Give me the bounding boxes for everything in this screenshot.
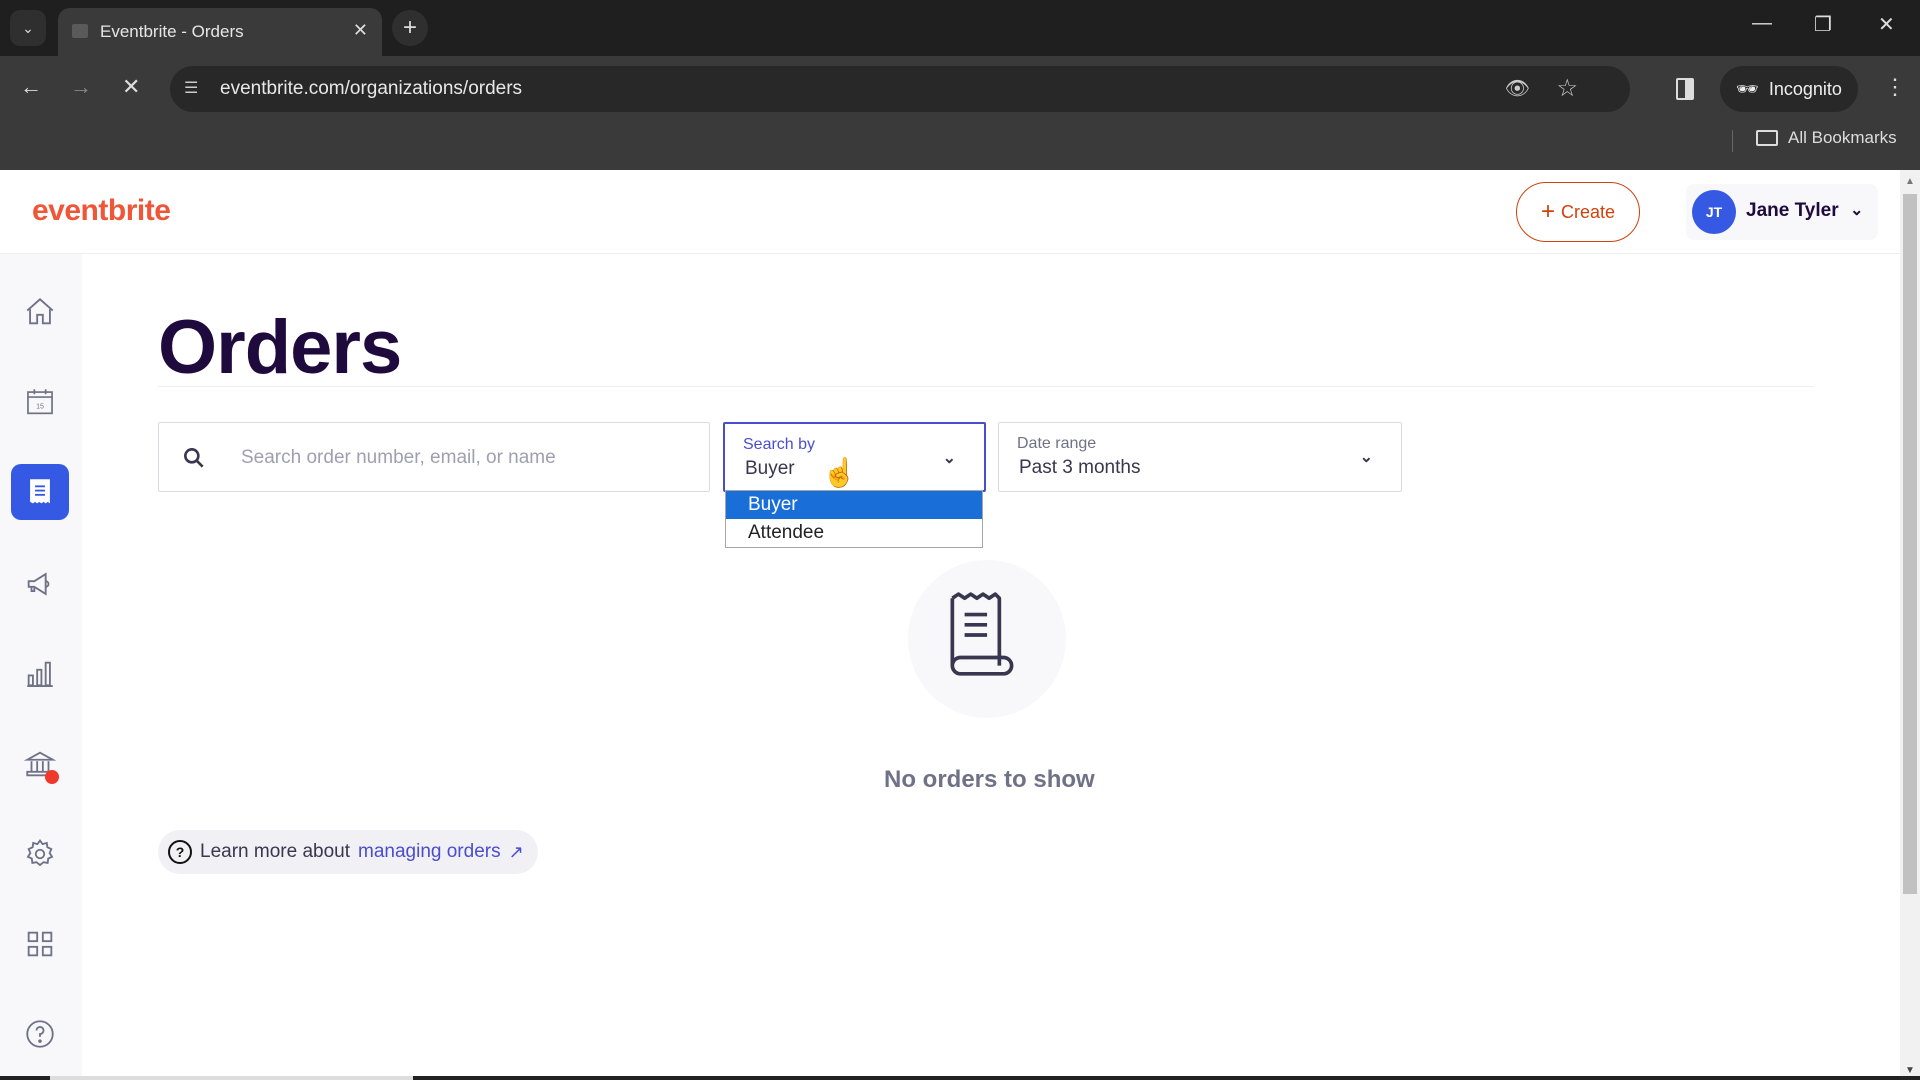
eye-off-icon[interactable]: 👁 xyxy=(1505,76,1530,101)
back-icon[interactable]: ← xyxy=(20,74,42,100)
sidebar-item-reporting[interactable] xyxy=(11,646,69,702)
create-label: Create xyxy=(1560,201,1616,222)
favicon-icon xyxy=(72,24,88,38)
help-icon xyxy=(26,1020,54,1048)
minimize-icon[interactable]: — xyxy=(1752,12,1772,35)
browser-tab[interactable]: Eventbrite - Orders ✕ xyxy=(58,8,382,56)
url-text: eventbrite.com/organizations/orders xyxy=(220,78,523,99)
user-name: Jane Tyler xyxy=(1746,200,1839,221)
close-tab-icon[interactable]: ✕ xyxy=(353,20,368,41)
address-bar[interactable]: ☰ eventbrite.com/organizations/orders 👁 … xyxy=(170,66,1630,112)
question-icon: ? xyxy=(168,840,192,864)
browser-tab-strip: ⌄ Eventbrite - Orders ✕ + — ❐ ✕ xyxy=(0,0,1920,56)
order-search xyxy=(158,422,710,492)
all-bookmarks-button[interactable]: All Bookmarks xyxy=(1756,128,1897,148)
stop-loading-icon[interactable]: ✕ xyxy=(122,74,140,100)
bar-chart-icon xyxy=(27,661,53,687)
page-scrollbar[interactable]: ▲ ▼ xyxy=(1900,170,1920,1080)
incognito-label: Incognito xyxy=(1768,78,1842,99)
window-close-icon[interactable]: ✕ xyxy=(1878,12,1895,37)
external-link-icon[interactable]: ↗ xyxy=(509,842,524,863)
learn-more-banner: ? Learn more about managing orders ↗ xyxy=(158,830,538,874)
sidebar-item-home[interactable] xyxy=(11,284,69,340)
search-by-label: Search by xyxy=(743,436,816,453)
bookmarks-divider xyxy=(1732,130,1733,152)
folder-icon xyxy=(1756,130,1778,146)
search-by-value: Buyer xyxy=(745,458,795,479)
scroll-up-icon[interactable]: ▲ xyxy=(1905,176,1915,187)
user-menu[interactable]: JT Jane Tyler ⌄ xyxy=(1686,184,1878,240)
page: eventbrite + Create JT Jane Tyler ⌄ 15 O… xyxy=(0,170,1920,1080)
notification-dot xyxy=(45,770,59,784)
search-icon xyxy=(184,448,204,468)
sidebar-item-finance[interactable] xyxy=(11,736,69,792)
browser-menu-icon[interactable]: ⋮ xyxy=(1884,74,1906,100)
chevron-down-icon: ⌄ xyxy=(1359,449,1373,466)
new-tab-button[interactable]: + xyxy=(392,10,428,46)
restore-icon[interactable]: ❐ xyxy=(1814,12,1832,37)
page-title: Orders xyxy=(158,305,402,390)
tab-title: Eventbrite - Orders xyxy=(100,22,244,41)
sidebar-item-apps[interactable] xyxy=(11,916,69,972)
gear-icon xyxy=(26,838,54,867)
date-range-select[interactable]: Date range Past 3 months ⌄ xyxy=(998,422,1402,492)
scrollbar-thumb[interactable] xyxy=(1903,194,1917,894)
managing-orders-link[interactable]: managing orders xyxy=(358,841,501,863)
app-header: eventbrite + Create JT Jane Tyler ⌄ xyxy=(0,170,1900,254)
eventbrite-logo[interactable]: eventbrite xyxy=(32,194,171,228)
title-divider xyxy=(158,386,1814,387)
chevron-down-icon: ⌄ xyxy=(1850,202,1864,219)
bottom-edge xyxy=(0,1076,1920,1080)
dropdown-option-buyer[interactable]: Buyer xyxy=(726,491,982,519)
learn-more-prefix: Learn more about xyxy=(200,841,350,862)
incognito-button[interactable]: 🕶 Incognito xyxy=(1720,66,1858,112)
all-bookmarks-label: All Bookmarks xyxy=(1788,128,1897,147)
tab-search-button[interactable]: ⌄ xyxy=(10,10,46,46)
hand-cursor-icon: ☝ xyxy=(822,457,857,488)
scroll-down-icon[interactable]: ▼ xyxy=(1905,1065,1915,1076)
date-range-value: Past 3 months xyxy=(1019,457,1141,478)
site-settings-icon[interactable]: ☰ xyxy=(184,78,208,100)
empty-state-illustration xyxy=(908,560,1066,718)
sidebar: 15 xyxy=(0,254,82,1080)
empty-state-message: No orders to show xyxy=(884,766,1095,793)
date-range-label: Date range xyxy=(1017,435,1097,452)
sidebar-item-settings[interactable] xyxy=(11,826,69,882)
side-panel-icon[interactable] xyxy=(1676,78,1694,100)
bookmark-star-icon[interactable]: ☆ xyxy=(1556,74,1578,103)
sidebar-item-help[interactable] xyxy=(11,1006,69,1062)
chevron-down-icon: ⌄ xyxy=(22,19,34,36)
horizontal-scroll-indicator xyxy=(50,1076,413,1080)
avatar: JT xyxy=(1692,190,1736,234)
dropdown-option-attendee[interactable]: Attendee xyxy=(726,519,982,547)
sidebar-item-events[interactable]: 15 xyxy=(11,374,69,430)
megaphone-icon xyxy=(27,572,50,596)
home-icon xyxy=(26,298,54,325)
incognito-icon: 🕶 xyxy=(1736,78,1759,99)
plus-icon: + xyxy=(1540,198,1555,225)
receipt-scroll-icon xyxy=(950,592,1014,676)
sidebar-item-orders[interactable] xyxy=(11,464,69,520)
svg-text:15: 15 xyxy=(36,402,44,410)
forward-icon[interactable]: → xyxy=(70,74,92,100)
calendar-icon: 15 xyxy=(27,389,53,415)
receipt-icon xyxy=(30,479,50,504)
sidebar-item-marketing[interactable] xyxy=(11,556,69,612)
create-button[interactable]: + Create xyxy=(1516,182,1640,242)
search-input[interactable] xyxy=(241,441,691,475)
chevron-down-icon: ⌄ xyxy=(942,450,956,467)
search-by-dropdown: Buyer Attendee xyxy=(725,490,983,548)
grid-icon xyxy=(27,931,53,957)
